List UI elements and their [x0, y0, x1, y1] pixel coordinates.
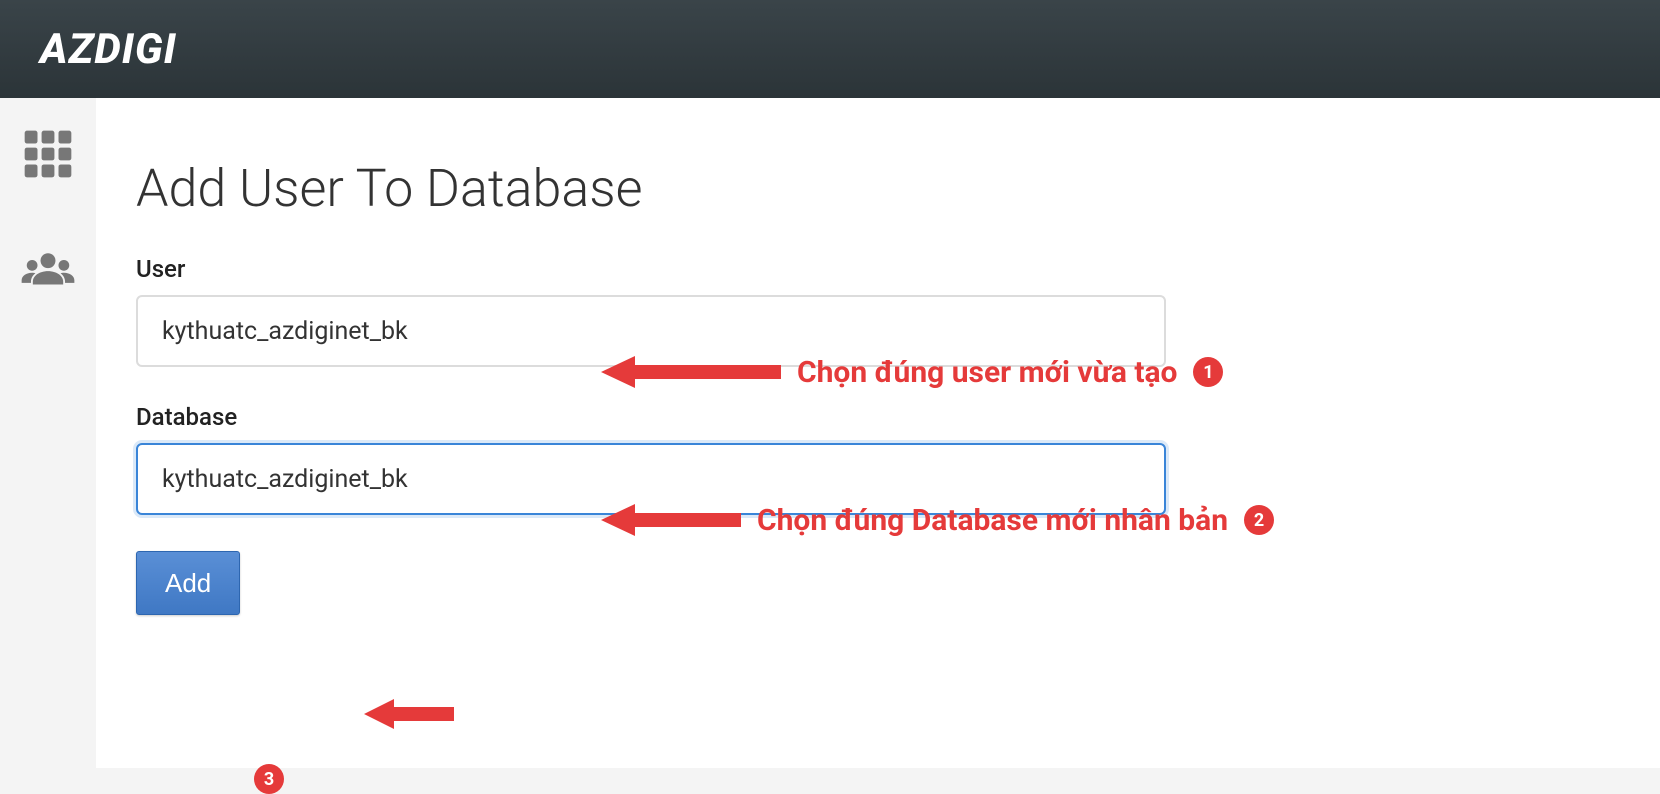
apps-grid-icon[interactable] — [20, 126, 76, 186]
main-content: Add User To Database User kythuatc_azdig… — [96, 98, 1660, 768]
database-field-label: Database — [136, 403, 1620, 431]
database-select-value: kythuatc_azdiginet_bk — [162, 465, 408, 494]
app-header: AZDIGI — [0, 0, 1660, 98]
brand-logo: AZDIGI — [40, 25, 177, 74]
page-title: Add User To Database — [136, 158, 1620, 219]
database-select[interactable]: kythuatc_azdiginet_bk — [136, 443, 1166, 515]
user-field-label: User — [136, 255, 1620, 283]
annotation-3-badge: 3 — [254, 764, 284, 794]
sidebar — [0, 98, 96, 768]
users-group-icon[interactable] — [20, 242, 76, 302]
annotation-1-badge: 1 — [1193, 357, 1223, 387]
user-select[interactable]: kythuatc_azdiginet_bk — [136, 295, 1166, 367]
annotation-2-badge: 2 — [1244, 505, 1274, 535]
user-select-value: kythuatc_azdiginet_bk — [162, 317, 408, 346]
add-button[interactable]: Add — [136, 551, 240, 615]
arrow-left-icon — [364, 694, 454, 734]
